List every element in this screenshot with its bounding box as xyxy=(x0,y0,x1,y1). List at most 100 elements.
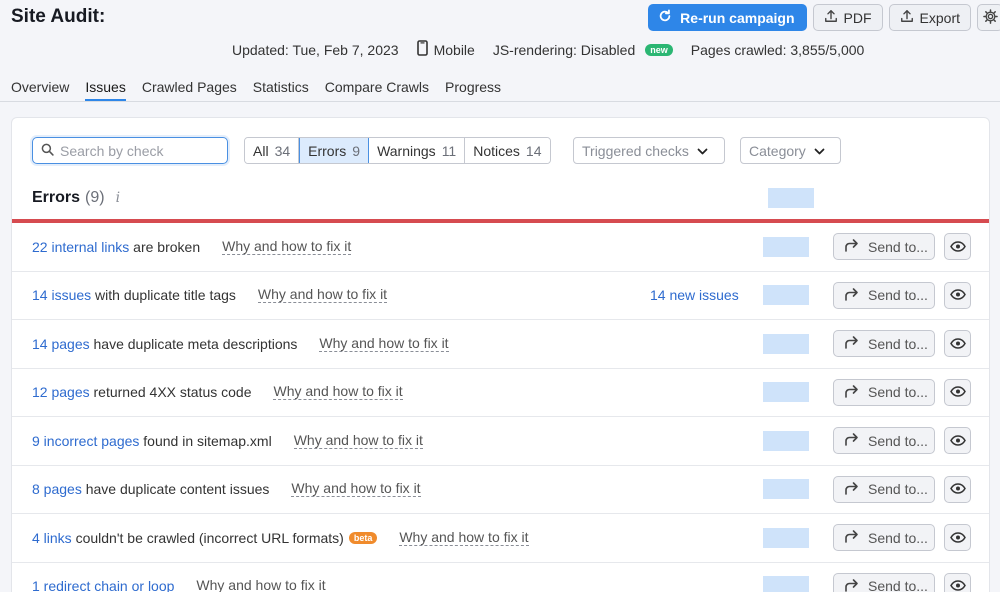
trend-bar xyxy=(763,382,809,403)
rerun-campaign-button[interactable]: Re-run campaign xyxy=(648,4,807,31)
tab-progress[interactable]: Progress xyxy=(445,79,501,101)
send-to-button[interactable]: Send to... xyxy=(833,572,935,592)
mobile-icon xyxy=(416,40,428,59)
eye-icon xyxy=(949,384,966,400)
issue-count-link[interactable]: 14 issues xyxy=(32,287,91,303)
search-box[interactable] xyxy=(32,137,228,164)
view-button[interactable] xyxy=(944,475,971,503)
send-to-button[interactable]: Send to... xyxy=(833,378,935,406)
tab-overview[interactable]: Overview xyxy=(11,79,69,101)
trend-bar xyxy=(763,333,809,354)
view-button[interactable] xyxy=(944,330,971,358)
trend-bar xyxy=(763,576,809,592)
rerun-campaign-label: Re-run campaign xyxy=(680,9,795,26)
send-to-button[interactable]: Send to... xyxy=(833,233,935,261)
trend-bar xyxy=(763,236,809,257)
chevron-down-icon xyxy=(814,143,825,159)
trend-bar xyxy=(763,430,809,451)
view-button[interactable] xyxy=(944,427,971,455)
audit-meta: Updated: Tue, Feb 7, 2023 Mobile JS-rend… xyxy=(232,40,864,59)
refresh-icon xyxy=(658,9,672,26)
send-to-button[interactable]: Send to... xyxy=(833,281,935,309)
send-to-label: Send to... xyxy=(868,335,928,352)
filter-all-count: 34 xyxy=(274,142,291,159)
view-button[interactable] xyxy=(944,524,971,552)
eye-icon xyxy=(949,336,966,352)
view-button[interactable] xyxy=(944,281,971,309)
tab-issues[interactable]: Issues xyxy=(85,79,126,101)
issue-row: 9 incorrect pages found in sitemap.xml W… xyxy=(12,417,989,466)
eye-icon xyxy=(949,481,966,497)
new-issues-link[interactable]: 14 new issues xyxy=(650,287,739,303)
why-how-fix-link[interactable]: Why and how to fix it xyxy=(222,238,352,255)
issue-description: found in sitemap.xml xyxy=(139,432,272,449)
why-how-fix-link[interactable]: Why and how to fix it xyxy=(273,384,403,401)
view-button[interactable] xyxy=(944,378,971,406)
issue-count-link[interactable]: 9 incorrect pages xyxy=(32,433,139,449)
view-button[interactable] xyxy=(944,572,971,592)
eye-icon xyxy=(949,578,966,592)
send-to-label: Send to... xyxy=(868,529,928,546)
why-how-fix-link[interactable]: Why and how to fix it xyxy=(319,335,449,352)
why-how-fix-link[interactable]: Why and how to fix it xyxy=(196,578,325,592)
share-arrow-icon xyxy=(844,481,860,498)
upload-icon xyxy=(824,9,838,26)
header-trend-bar xyxy=(768,188,814,208)
issue-count-link[interactable]: 14 pages xyxy=(32,336,90,352)
filter-notices-label: Notices xyxy=(473,142,520,159)
issue-count-link[interactable]: 8 pages xyxy=(32,481,82,497)
errors-heading: Errors (9) i xyxy=(32,189,120,207)
why-how-fix-link[interactable]: Why and how to fix it xyxy=(291,481,421,498)
send-to-button[interactable]: Send to... xyxy=(833,427,935,455)
issue-description: have duplicate meta descriptions xyxy=(89,335,298,352)
send-to-button[interactable]: Send to... xyxy=(833,524,935,552)
issue-description: couldn't be crawled (incorrect URL forma… xyxy=(71,529,344,546)
new-badge: new xyxy=(645,43,673,56)
tab-statistics[interactable]: Statistics xyxy=(253,79,309,101)
issue-count-link[interactable]: 1 redirect chain or loop xyxy=(32,578,174,592)
eye-icon xyxy=(949,433,966,449)
pdf-button[interactable]: PDF xyxy=(812,4,883,31)
issue-count-link[interactable]: 4 links xyxy=(32,530,72,546)
view-button[interactable] xyxy=(944,233,971,261)
triggered-checks-dropdown[interactable]: Triggered checks xyxy=(573,137,725,164)
issue-description: with duplicate title tags xyxy=(91,287,236,304)
gear-icon xyxy=(982,8,998,27)
send-to-label: Send to... xyxy=(868,578,928,592)
pages-crawled: Pages crawled: 3,855/5,000 xyxy=(690,41,865,58)
tab-compare-crawls[interactable]: Compare Crawls xyxy=(325,79,429,101)
send-to-label: Send to... xyxy=(868,481,928,498)
issue-row: 4 links couldn't be crawled (incorrect U… xyxy=(12,514,989,563)
why-how-fix-link[interactable]: Why and how to fix it xyxy=(399,529,529,546)
category-dropdown[interactable]: Category xyxy=(740,137,841,164)
export-button[interactable]: Export xyxy=(888,4,971,31)
send-to-label: Send to... xyxy=(868,238,928,255)
settings-button[interactable] xyxy=(977,4,1000,31)
trend-bar xyxy=(763,479,809,500)
filter-all[interactable]: All 34 xyxy=(245,138,300,163)
share-arrow-icon xyxy=(844,529,860,546)
why-how-fix-link[interactable]: Why and how to fix it xyxy=(257,287,388,304)
issue-description: returned 4XX status code xyxy=(89,384,252,401)
issues-panel: All 34 Errors 9 Warnings 11 Notices 14 T… xyxy=(11,117,990,592)
share-arrow-icon xyxy=(844,238,860,255)
top-actions: Re-run campaign PDF Export xyxy=(648,4,1000,31)
info-icon[interactable]: i xyxy=(116,190,120,206)
tabs-divider xyxy=(0,101,1000,102)
filter-warnings[interactable]: Warnings 11 xyxy=(369,138,466,163)
send-to-button[interactable]: Send to... xyxy=(833,475,935,503)
issue-count-link[interactable]: 22 internal links xyxy=(32,239,129,255)
search-input[interactable] xyxy=(60,142,210,159)
issue-count-link[interactable]: 12 pages xyxy=(32,384,90,400)
send-to-button[interactable]: Send to... xyxy=(833,330,935,358)
filter-errors[interactable]: Errors 9 xyxy=(299,138,370,163)
filter-notices[interactable]: Notices 14 xyxy=(465,138,550,163)
device-info: Mobile xyxy=(416,40,475,59)
errors-title: Errors xyxy=(32,189,81,206)
search-icon xyxy=(41,143,54,159)
tab-crawled-pages[interactable]: Crawled Pages xyxy=(142,79,237,101)
issue-row: 1 redirect chain or loop Why and how to … xyxy=(12,563,989,592)
issue-row: 14 issues with duplicate title tags Why … xyxy=(12,272,989,320)
share-arrow-icon xyxy=(844,335,860,352)
why-how-fix-link[interactable]: Why and how to fix it xyxy=(293,432,423,449)
